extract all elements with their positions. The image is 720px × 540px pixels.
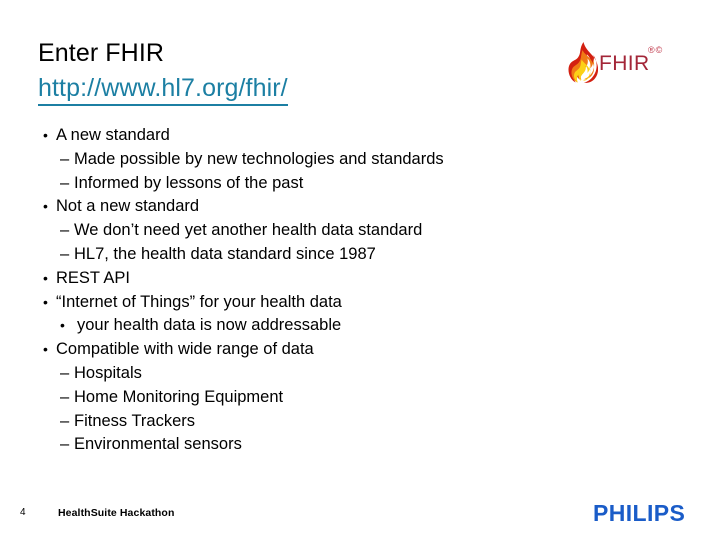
bullet-marker: •	[43, 293, 48, 310]
list-item: • Not a new standard	[38, 195, 598, 219]
slide-canvas: Enter FHIR http://www.hl7.org/fhir/ FHIR…	[0, 0, 720, 540]
dash-marker: –	[60, 149, 70, 168]
list-item-text: We don’t need yet another health data st…	[74, 221, 423, 240]
list-item: • REST API	[38, 267, 598, 291]
list-item-text: Not a new standard	[56, 197, 200, 216]
list-item-text: Informed by lessons of the past	[74, 173, 304, 192]
dash-marker: –	[60, 244, 70, 263]
bullet-marker: •	[43, 127, 48, 143]
dash-marker: –	[60, 173, 70, 192]
list-item-text: your health data is now addressable	[77, 316, 342, 335]
list-item-text: Home Monitoring Equipment	[74, 387, 284, 406]
list-item: • A new standard	[38, 124, 598, 148]
list-item-text: “Internet of Things” for your health dat…	[56, 292, 342, 311]
list-item: – Fitness Trackers	[38, 410, 598, 434]
philips-logo: PHILIPS	[593, 500, 686, 526]
list-item-text: Made possible by new technologies and st…	[74, 149, 444, 168]
list-item-text: Environmental sensors	[74, 435, 242, 454]
dash-marker: –	[60, 387, 70, 406]
dash-marker: –	[60, 411, 70, 430]
list-item: • Compatible with wide range of data	[38, 338, 598, 362]
footer-deck-title: HealthSuite Hackathon	[58, 507, 175, 519]
dash-marker: –	[60, 435, 70, 454]
list-item-text: Fitness Trackers	[74, 411, 196, 430]
bullet-marker: •	[43, 341, 48, 358]
bullet-marker: •	[43, 198, 48, 215]
bullet-marker: •	[60, 317, 65, 334]
title-block: Enter FHIR http://www.hl7.org/fhir/	[38, 38, 518, 106]
registered-copyright-marks: ®©	[648, 45, 664, 55]
list-item-text: A new standard	[56, 126, 170, 144]
bullet-marker: •	[43, 269, 48, 286]
list-item-text: Hospitals	[74, 363, 142, 382]
fhir-logo: FHIR ®©	[566, 40, 676, 88]
list-item-text: Compatible with wide range of data	[56, 340, 314, 359]
list-item: – We don’t need yet another health data …	[38, 219, 598, 243]
page-title: Enter FHIR	[38, 39, 165, 67]
list-item-text: HL7, the health data standard since 1987	[74, 244, 376, 263]
flame-icon	[566, 41, 599, 90]
list-item: • “Internet of Things” for your health d…	[38, 291, 598, 315]
list-item: • your health data is now addressable	[38, 314, 598, 338]
fhir-wordmark: FHIR	[599, 52, 650, 75]
dash-marker: –	[60, 363, 70, 382]
list-item: – Hospitals	[38, 362, 598, 386]
list-item-text: REST API	[56, 268, 130, 287]
list-item: – Home Monitoring Equipment	[38, 386, 598, 410]
list-item: – Informed by lessons of the past	[38, 172, 598, 196]
bullet-list: • A new standard – Made possible by new …	[38, 124, 598, 457]
list-item: – Environmental sensors	[38, 433, 598, 457]
slide-number: 4	[20, 507, 26, 518]
fhir-spec-link[interactable]: http://www.hl7.org/fhir/	[38, 72, 288, 106]
list-item: – HL7, the health data standard since 19…	[38, 243, 598, 267]
dash-marker: –	[60, 221, 70, 240]
list-item: – Made possible by new technologies and …	[38, 148, 598, 172]
